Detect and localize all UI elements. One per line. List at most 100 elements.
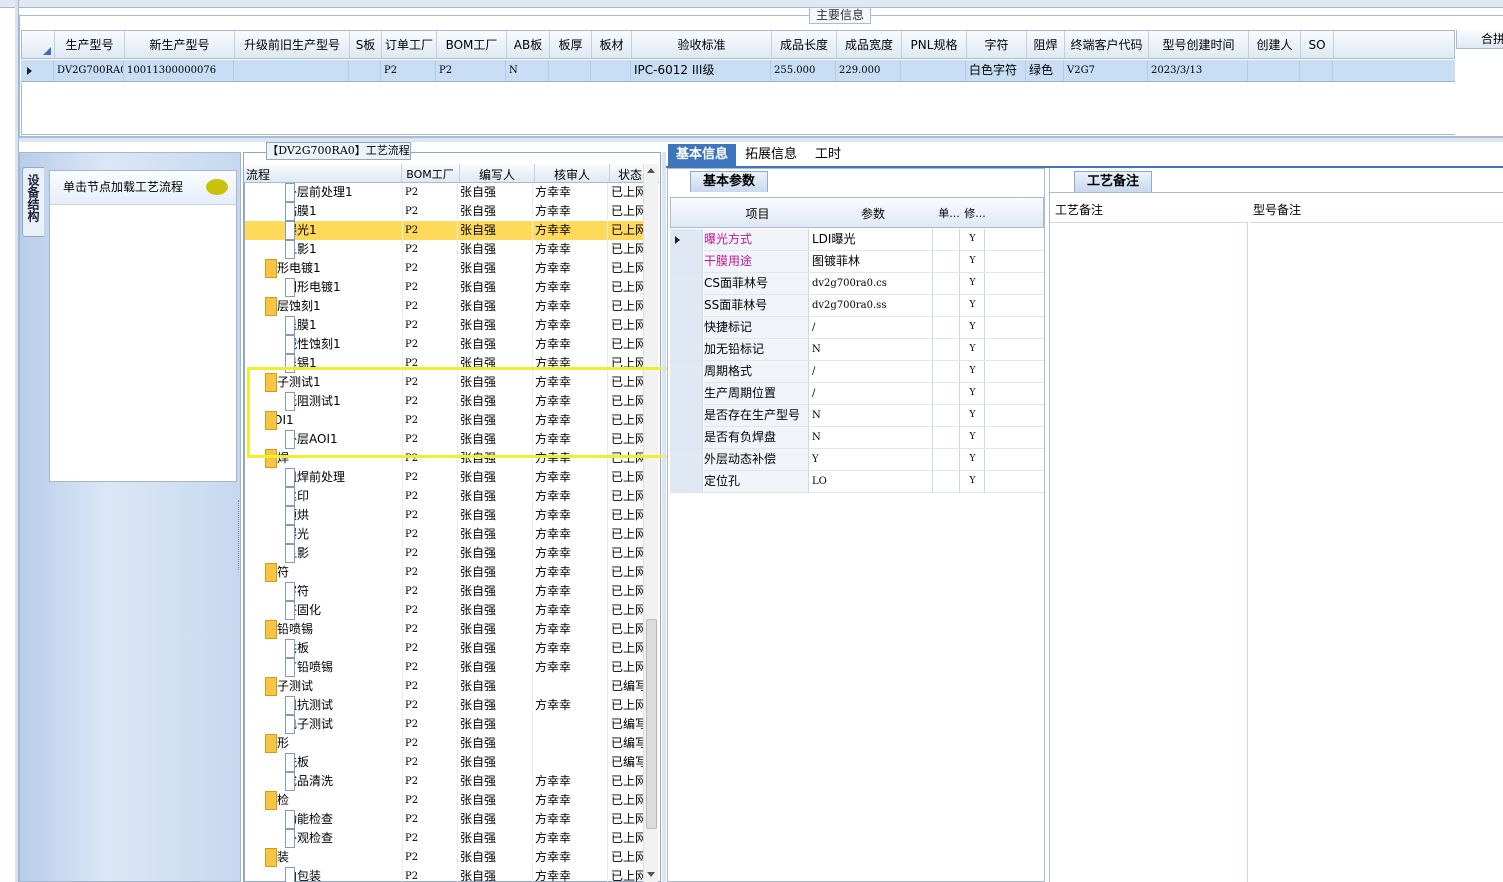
flow-col-header[interactable]: 编写人 bbox=[462, 166, 532, 183]
flow-tree-row[interactable]: 贴膜1 P2 张自强 方幸幸 已上网 bbox=[245, 202, 647, 221]
flow-node-label[interactable]: 图形电镀1 bbox=[285, 278, 400, 297]
main-cell[interactable]: IPC-6012 III级 bbox=[631, 60, 771, 81]
param-value[interactable]: / bbox=[810, 383, 933, 404]
flow-tree-row[interactable]: 铣板 P2 张自强 已编写 bbox=[245, 753, 647, 772]
flow-col-header[interactable]: BOM工厂 bbox=[404, 166, 456, 182]
param-row[interactable]: 干膜用途 图镀菲林 Y bbox=[670, 251, 1044, 273]
flow-tree-row[interactable]: 成品清洗 P2 张自强 方幸幸 已上网 bbox=[245, 772, 647, 791]
main-cell[interactable]: 10011300000076 bbox=[124, 60, 234, 81]
row-selector[interactable] bbox=[21, 60, 54, 81]
main-cell[interactable]: 255.000 bbox=[771, 60, 836, 81]
main-col-header[interactable]: S板 bbox=[350, 31, 382, 58]
main-col-header[interactable]: 生产型号 bbox=[55, 31, 125, 58]
flow-tree-row[interactable]: 显影 P2 张自强 方幸幸 已上网 bbox=[245, 544, 647, 563]
param-row[interactable]: 外层动态补偿 Y Y bbox=[670, 449, 1044, 471]
flow-tree-row[interactable]: 终固化 P2 张自强 方幸幸 已上网 bbox=[245, 601, 647, 620]
main-cell[interactable] bbox=[234, 60, 349, 81]
main-col-header[interactable]: SO bbox=[1301, 31, 1334, 58]
flow-tree-row[interactable]: 烘板 P2 张自强 方幸幸 已上网 bbox=[245, 639, 647, 658]
flow-node-label[interactable]: 贴膜1 bbox=[285, 202, 400, 221]
process-notes-box[interactable] bbox=[1050, 222, 1248, 882]
param-row-selector[interactable] bbox=[670, 273, 703, 294]
equipment-tree-box[interactable] bbox=[49, 170, 237, 482]
flow-node-label[interactable]: 退膜1 bbox=[285, 316, 400, 335]
main-col-header[interactable]: 升级前旧生产型号 bbox=[235, 31, 350, 58]
param-value[interactable]: Y bbox=[810, 449, 933, 470]
flow-tree-row[interactable]: −终检 P2 张自强 方幸幸 已上网 bbox=[245, 791, 647, 810]
main-cell[interactable]: P2 bbox=[381, 60, 436, 81]
param-row-selector[interactable] bbox=[670, 383, 703, 404]
main-cell[interactable]: 白色字符 bbox=[966, 60, 1026, 81]
main-cell[interactable] bbox=[1248, 60, 1300, 81]
main-cell[interactable]: V2G7 bbox=[1064, 60, 1148, 81]
flow-tree-row[interactable]: 阻焊前处理 P2 张自强 方幸幸 已上网 bbox=[245, 468, 647, 487]
equipment-vertical-tab[interactable]: 设备结构 bbox=[22, 167, 44, 237]
param-row[interactable]: 曝光方式 LDI曝光 Y bbox=[670, 229, 1044, 251]
flow-scrollbar[interactable] bbox=[643, 164, 658, 882]
main-col-header[interactable]: 阻焊 bbox=[1027, 31, 1065, 58]
main-col-header[interactable]: 板材 bbox=[592, 31, 632, 58]
main-cell[interactable] bbox=[1300, 60, 1333, 81]
main-col-header[interactable]: 板厚 bbox=[550, 31, 592, 58]
param-row[interactable]: CS面菲林号 dv2g700ra0.cs Y bbox=[670, 273, 1044, 295]
main-col-header[interactable]: 终端客户代码 bbox=[1065, 31, 1149, 58]
flow-node-label[interactable]: 铣板 bbox=[285, 753, 400, 772]
params-tab[interactable]: 基本参数 bbox=[690, 171, 768, 192]
flow-node-label[interactable]: 曝光1 bbox=[285, 221, 400, 240]
main-col-header[interactable]: 型号创建时间 bbox=[1149, 31, 1249, 58]
flow-tree-row[interactable]: 显影1 P2 张自强 方幸幸 已上网 bbox=[245, 240, 647, 259]
scroll-down-arrow-icon[interactable] bbox=[647, 872, 655, 877]
param-value[interactable]: dv2g700ra0.ss bbox=[810, 295, 933, 316]
main-cell[interactable]: N bbox=[506, 60, 549, 81]
tab-work-hours[interactable]: 工时 bbox=[807, 144, 849, 166]
main-cell[interactable] bbox=[591, 60, 631, 81]
flow-tree-row[interactable]: 内包装 P2 张自强 方幸幸 已上网 bbox=[245, 867, 647, 882]
tab-extended-info[interactable]: 拓展信息 bbox=[737, 144, 805, 166]
param-row-selector[interactable] bbox=[670, 317, 703, 338]
flow-node-label[interactable]: 丝印 bbox=[285, 487, 400, 506]
flow-col-header[interactable]: 核审人 bbox=[537, 166, 607, 183]
param-value[interactable]: N bbox=[810, 427, 933, 448]
main-cell[interactable] bbox=[901, 60, 966, 81]
flow-node-label[interactable]: −外形 bbox=[265, 734, 400, 753]
flow-tree-row[interactable]: −外形 P2 张自强 已编写 bbox=[245, 734, 647, 753]
flow-node-label[interactable]: −图形电镀1 bbox=[265, 259, 400, 278]
flow-node-label[interactable]: 烘板 bbox=[285, 639, 400, 658]
flow-tree-row[interactable]: −有铅喷锡 P2 张自强 方幸幸 已上网 bbox=[245, 620, 647, 639]
main-col-header[interactable]: BOM工厂 bbox=[437, 31, 507, 58]
param-value[interactable]: LDI曝光 bbox=[810, 229, 933, 250]
flow-tree-row[interactable]: −包装 P2 张自强 方幸幸 已上网 bbox=[245, 848, 647, 867]
flow-tree-row[interactable]: 丝印 P2 张自强 方幸幸 已上网 bbox=[245, 487, 647, 506]
flow-node-label[interactable]: −字符 bbox=[265, 563, 400, 582]
model-notes-box[interactable] bbox=[1250, 222, 1503, 882]
param-value[interactable]: N bbox=[810, 405, 933, 426]
flow-node-label[interactable]: 显影 bbox=[285, 544, 400, 563]
flow-node-label[interactable]: 显影1 bbox=[285, 240, 400, 259]
flow-node-label[interactable]: 曝光 bbox=[285, 525, 400, 544]
flow-node-label[interactable]: 外层前处理1 bbox=[285, 183, 400, 202]
flow-tree-row[interactable]: 外观检查 P2 张自强 方幸幸 已上网 bbox=[245, 829, 647, 848]
flow-node-label[interactable]: 阻抗测试 bbox=[285, 696, 400, 715]
flow-node-label[interactable]: 外观检查 bbox=[285, 829, 400, 848]
flow-tree-row[interactable]: −图形电镀1 P2 张自强 方幸幸 已上网 bbox=[245, 259, 647, 278]
main-cell[interactable]: DV2G700RA0 bbox=[54, 60, 124, 81]
param-row-selector[interactable] bbox=[670, 427, 703, 448]
main-grid-row[interactable]: DV2G700RA0 10011300000076 P2 P2 N IPC-6012 II… bbox=[21, 60, 1455, 82]
notes-tab[interactable]: 工艺备注 bbox=[1074, 171, 1152, 192]
flow-node-label[interactable]: −有铅喷锡 bbox=[265, 620, 400, 639]
flow-node-label[interactable]: −外层蚀刻1 bbox=[265, 297, 400, 316]
param-row[interactable]: 快捷标记 / Y bbox=[670, 317, 1044, 339]
main-col-header[interactable]: 验收标准 bbox=[632, 31, 772, 58]
param-row-selector[interactable] bbox=[670, 251, 703, 272]
main-col-header[interactable]: 成品宽度 bbox=[837, 31, 902, 58]
flow-tree-row[interactable]: 功能检查 P2 张自强 方幸幸 已上网 bbox=[245, 810, 647, 829]
param-value[interactable]: N bbox=[810, 339, 933, 360]
flow-node-label[interactable]: 电子测试 bbox=[285, 715, 400, 734]
param-row[interactable]: SS面菲林号 dv2g700ra0.ss Y bbox=[670, 295, 1044, 317]
flow-tree-row[interactable]: 退膜1 P2 张自强 方幸幸 已上网 bbox=[245, 316, 647, 335]
param-row[interactable]: 加无铅标记 N Y bbox=[670, 339, 1044, 361]
param-row[interactable]: 是否有负焊盘 N Y bbox=[670, 427, 1044, 449]
flow-tree-row[interactable]: 有铅喷锡 P2 张自强 方幸幸 已上网 bbox=[245, 658, 647, 677]
flow-node-label[interactable]: 终固化 bbox=[285, 601, 400, 620]
param-row-selector[interactable] bbox=[670, 339, 703, 360]
